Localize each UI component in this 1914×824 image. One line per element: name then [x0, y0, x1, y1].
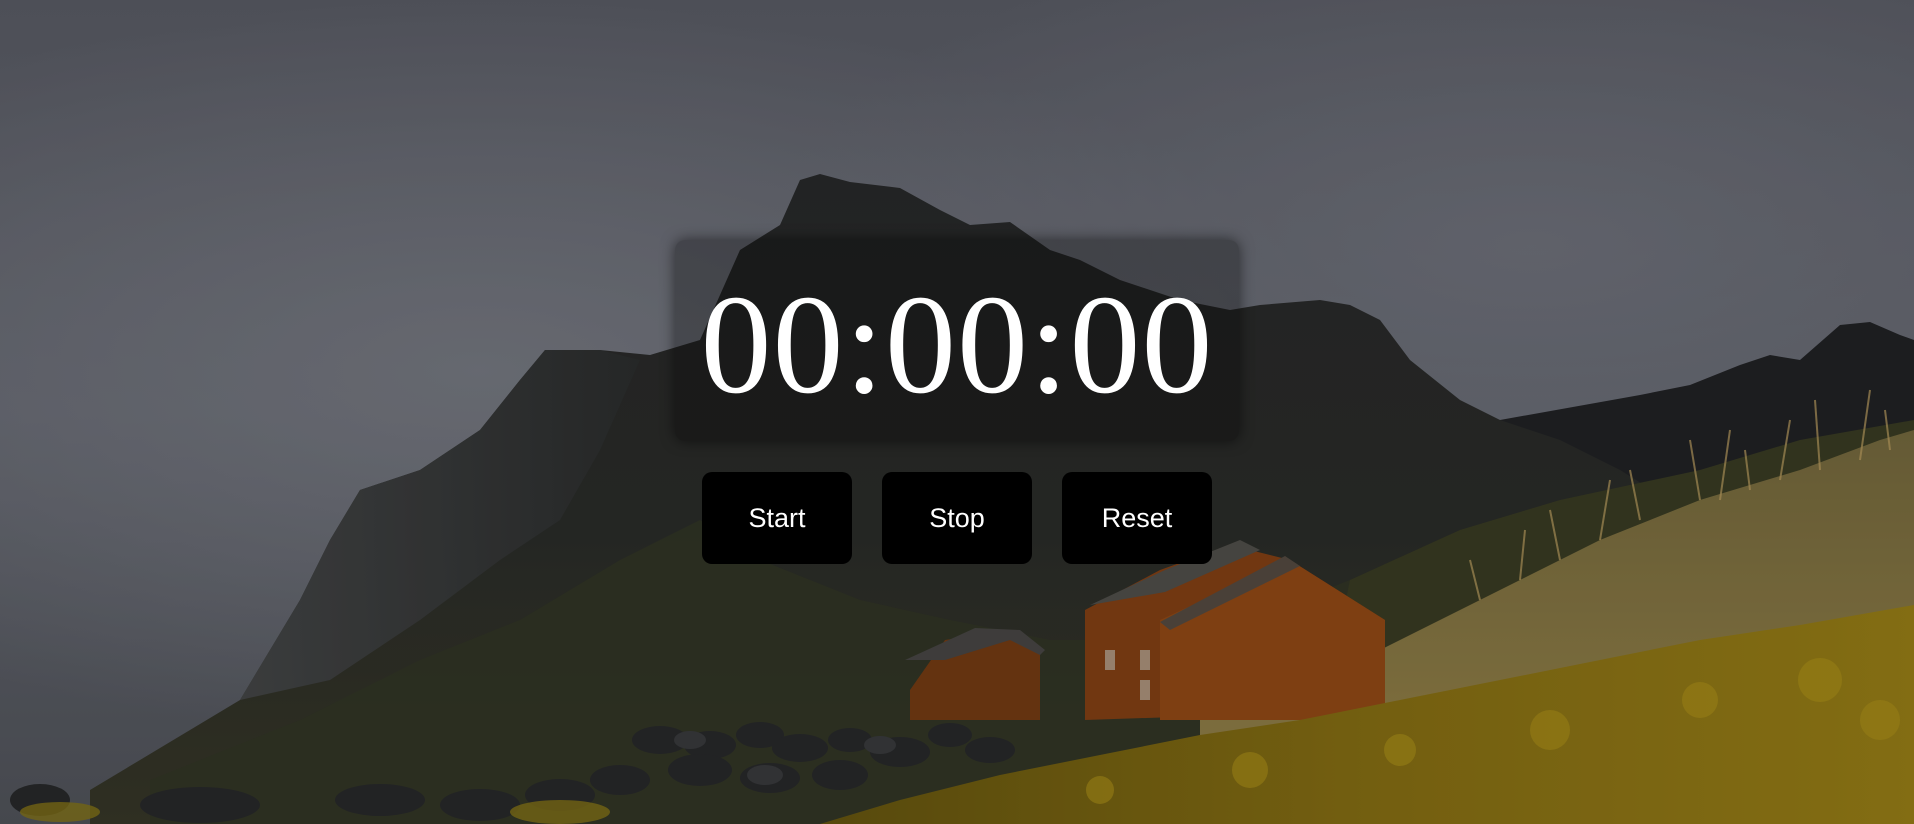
stop-button[interactable]: Stop	[882, 472, 1032, 564]
start-button[interactable]: Start	[702, 472, 852, 564]
reset-button[interactable]: Reset	[1062, 472, 1212, 564]
timer-controls: Start Stop Reset	[702, 472, 1212, 564]
timer-display: 00:00:00	[700, 264, 1214, 423]
timer-panel: 00:00:00	[675, 240, 1239, 441]
